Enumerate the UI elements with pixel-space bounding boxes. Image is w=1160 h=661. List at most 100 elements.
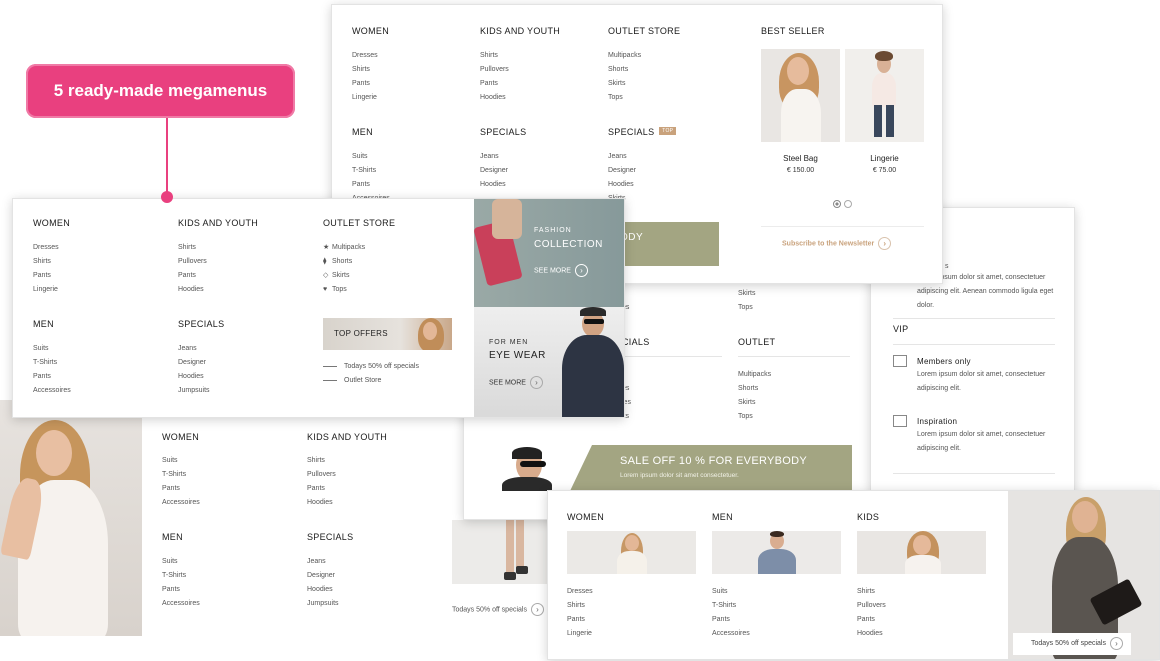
menu-link[interactable]: Pullovers — [307, 468, 336, 482]
menu-link[interactable]: Hoodies — [307, 496, 336, 510]
menu-link[interactable]: Jeans — [307, 555, 339, 569]
menu-link[interactable]: Shirts — [33, 255, 59, 269]
menu-link[interactable]: Shorts — [608, 63, 641, 77]
menu-link[interactable]: Tops — [608, 91, 641, 105]
menu-link[interactable]: Jeans — [178, 342, 210, 356]
menu-link[interactable]: Pants — [352, 77, 378, 91]
column-title-outlet[interactable]: OUTLET STORE — [608, 26, 680, 36]
menu-link[interactable]: Shirts — [352, 63, 378, 77]
category-photo-women[interactable] — [567, 531, 696, 574]
menu-link[interactable]: Pants — [178, 269, 207, 283]
menu-link[interactable]: Suits — [162, 454, 200, 468]
category-photo-kids[interactable] — [857, 531, 986, 574]
menu-link[interactable]: Suits — [162, 555, 200, 569]
menu-link[interactable]: Skirts — [738, 287, 756, 301]
column-title-kids[interactable]: KIDS — [857, 512, 879, 522]
category-photo-men[interactable] — [712, 531, 841, 574]
column-title-women[interactable]: WOMEN — [162, 432, 199, 442]
menu-link[interactable]: Pullovers — [480, 63, 509, 77]
column-title-specials[interactable]: SPECIALS — [178, 319, 224, 329]
product-photo-steel-bag[interactable] — [761, 49, 840, 142]
product-name[interactable]: Lingerie — [845, 154, 924, 163]
menu-link[interactable]: Hoodies — [480, 178, 508, 192]
menu-link[interactable]: Pants — [162, 583, 200, 597]
menu-link[interactable]: Pants — [162, 482, 200, 496]
promo-fashion-collection[interactable]: FASHION COLLECTION SEE MORE › — [474, 199, 624, 307]
menu-link[interactable]: ♥ Tops — [323, 283, 365, 297]
menu-link[interactable]: Shirts — [307, 454, 336, 468]
column-title-men[interactable]: MEN — [33, 319, 54, 329]
item-title[interactable]: Inspiration — [917, 417, 957, 426]
column-title-kids[interactable]: KIDS AND YOUTH — [480, 26, 560, 36]
column-title-specials-top[interactable]: SPECIALS TOP — [608, 127, 677, 137]
menu-link[interactable]: T-Shirts — [352, 164, 390, 178]
column-title-women[interactable]: WOMEN — [33, 218, 70, 228]
menu-link[interactable]: Jumpsuits — [178, 384, 210, 398]
carousel-dot[interactable] — [844, 200, 852, 208]
menu-link[interactable]: Accessoires — [162, 597, 200, 611]
menu-link[interactable]: Accessoires — [33, 384, 71, 398]
column-title-kids[interactable]: KIDS AND YOUTH — [307, 432, 387, 442]
menu-link[interactable]: Pants — [567, 613, 593, 627]
offer-pill[interactable]: Todays 50% off specials › — [1013, 633, 1131, 655]
menu-link[interactable]: Hoodies — [307, 583, 339, 597]
menu-link[interactable]: Hoodies — [857, 627, 886, 641]
menu-link[interactable]: Shirts — [857, 585, 886, 599]
menu-link[interactable]: Shorts — [738, 382, 771, 396]
menu-link[interactable]: Suits — [712, 585, 750, 599]
item-title[interactable]: Members only — [917, 357, 971, 366]
product-name[interactable]: Steel Bag — [761, 154, 840, 163]
column-title-women[interactable]: WOMEN — [352, 26, 389, 36]
menu-link[interactable]: Tops — [738, 301, 756, 315]
menu-link[interactable]: Skirts — [608, 77, 641, 91]
menu-link[interactable]: ★ Multipacks — [323, 241, 365, 255]
menu-link[interactable]: Jumpsuits — [307, 597, 339, 611]
menu-link[interactable]: Hoodies — [178, 283, 207, 297]
menu-link[interactable]: Designer — [480, 164, 508, 178]
menu-link[interactable]: Tops — [738, 410, 771, 424]
menu-link[interactable]: T-Shirts — [162, 569, 200, 583]
carousel-dot-active[interactable] — [833, 200, 841, 208]
column-title-kids[interactable]: KIDS AND YOUTH — [178, 218, 258, 228]
menu-link[interactable]: Suits — [33, 342, 71, 356]
menu-link[interactable]: ◇ Skirts — [323, 269, 365, 283]
column-title-men[interactable]: MEN — [712, 512, 733, 522]
product-photo-lingerie[interactable] — [845, 49, 924, 142]
menu-link[interactable]: Shirts — [480, 49, 509, 63]
menu-link[interactable]: Lingerie — [33, 283, 59, 297]
menu-link[interactable]: Shirts — [567, 599, 593, 613]
menu-link[interactable]: Pants — [307, 482, 336, 496]
menu-link[interactable]: T-Shirts — [33, 356, 71, 370]
column-title-women[interactable]: WOMEN — [567, 512, 604, 522]
menu-link[interactable]: ⧫ Shorts — [323, 255, 365, 269]
promo-eye-wear[interactable]: FOR MEN EYE WEAR SEE MORE › — [474, 307, 624, 417]
menu-link[interactable]: Jeans — [480, 150, 508, 164]
menu-link[interactable]: Jeans — [608, 150, 636, 164]
menu-link[interactable]: Dresses — [567, 585, 593, 599]
menu-link[interactable]: Accessoires — [712, 627, 750, 641]
menu-link[interactable]: Pants — [352, 178, 390, 192]
menu-link[interactable]: Shirts — [178, 241, 207, 255]
menu-link[interactable]: Accessoires — [162, 496, 200, 510]
offer-link[interactable]: Todays 50% off specials — [323, 360, 419, 374]
menu-link[interactable]: Multipacks — [738, 368, 771, 382]
column-title-men[interactable]: MEN — [162, 532, 183, 542]
menu-link[interactable]: Hoodies — [480, 91, 509, 105]
menu-link[interactable]: Designer — [608, 164, 636, 178]
menu-link[interactable]: Pants — [480, 77, 509, 91]
menu-link[interactable]: T-Shirts — [712, 599, 750, 613]
menu-link[interactable]: Multipacks — [608, 49, 641, 63]
menu-link[interactable]: Pants — [857, 613, 886, 627]
promo-cta[interactable]: SEE MORE › — [489, 376, 543, 389]
menu-link[interactable]: Designer — [178, 356, 210, 370]
column-title-outlet[interactable]: OUTLET — [738, 337, 775, 347]
menu-link[interactable]: Dresses — [33, 241, 59, 255]
menu-link[interactable]: T-Shirts — [162, 468, 200, 482]
promo-cta[interactable]: SEE MORE › — [534, 264, 588, 277]
menu-link[interactable]: Pants — [33, 370, 71, 384]
column-title-outlet[interactable]: OUTLET STORE — [323, 218, 395, 228]
menu-link[interactable]: Hoodies — [178, 370, 210, 384]
menu-link[interactable]: Pullovers — [178, 255, 207, 269]
column-title-men[interactable]: MEN — [352, 127, 373, 137]
column-title-specials[interactable]: SPECIALS — [307, 532, 353, 542]
